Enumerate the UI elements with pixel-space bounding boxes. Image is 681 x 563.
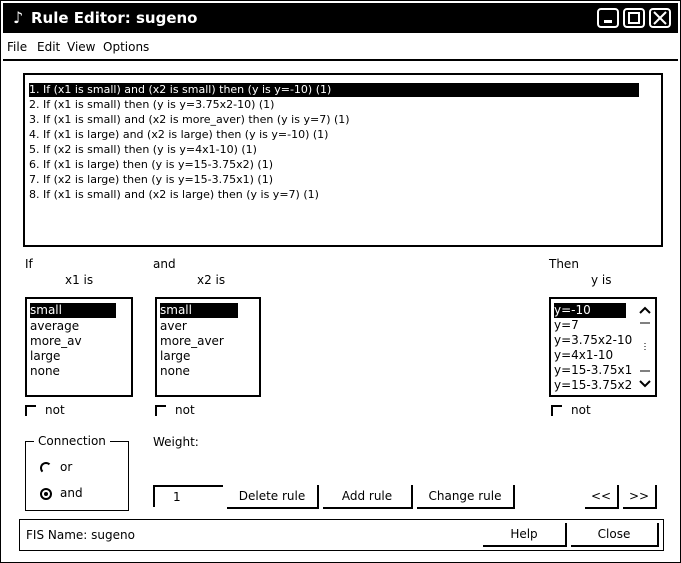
maximize-icon	[628, 12, 640, 24]
rule-item[interactable]: 3. If (x1 is small) and (x2 is more_aver…	[29, 113, 350, 127]
menu-file[interactable]: File	[7, 40, 27, 54]
rule-item[interactable]: 4. If (x1 is large) and (x2 is large) th…	[29, 128, 328, 142]
rule-item[interactable]: 2. If (x1 is small) then (y is y=3.75x2-…	[29, 98, 274, 112]
x2-not-label: not	[175, 403, 195, 417]
if-label: If	[25, 257, 33, 271]
close-window-button[interactable]	[649, 8, 671, 28]
y-not-checkbox[interactable]	[551, 405, 562, 416]
x2-option[interactable]: large	[160, 349, 190, 364]
next-button[interactable]: >>	[623, 485, 657, 509]
rule-item[interactable]: 5. If (x2 is small) then (y is y=4x1-10)…	[29, 143, 257, 157]
x1-label: x1 is	[65, 273, 94, 287]
rule-editor-window: ♪ Rule Editor: sugeno File Edit View Opt…	[0, 0, 681, 563]
maximize-button[interactable]	[623, 8, 645, 28]
radio-dot-icon	[44, 492, 48, 496]
y-not-label: not	[571, 403, 591, 417]
window-title: Rule Editor: sugeno	[31, 9, 198, 27]
scroll-arrows-icon	[639, 306, 651, 388]
and-radio-label: and	[60, 486, 83, 500]
close-button[interactable]: Close	[571, 523, 659, 547]
x1-option[interactable]: more_av	[30, 334, 82, 349]
or-label: or	[60, 460, 73, 474]
app-icon: ♪	[13, 8, 24, 27]
x2-not-checkbox[interactable]	[155, 405, 166, 416]
close-icon	[653, 11, 667, 25]
change-rule-button[interactable]: Change rule	[417, 485, 515, 509]
rule-item[interactable]: 6. If (x1 is large) then (y is y=15-3.75…	[29, 158, 273, 172]
x1-not-checkbox[interactable]	[25, 405, 36, 416]
or-radio[interactable]	[40, 462, 52, 474]
help-button[interactable]: Help	[483, 523, 567, 547]
menu-edit[interactable]: Edit	[37, 40, 60, 54]
weight-label: Weight:	[153, 435, 199, 449]
x2-listbox[interactable]: small aver more_aver large none	[155, 297, 261, 397]
x2-option[interactable]: more_aver	[160, 334, 224, 349]
minimize-icon	[604, 20, 612, 23]
and-label: and	[153, 257, 176, 271]
x2-option[interactable]: none	[160, 364, 190, 379]
previous-button[interactable]: <<	[585, 485, 619, 509]
rule-item[interactable]: 7. If (x2 is large) then (y is y=15-3.75…	[29, 173, 273, 187]
connection-group: Connection or and	[25, 434, 129, 511]
y-option[interactable]: y=3.75x2-10	[554, 333, 632, 348]
y-option[interactable]: y=15-3.75x1	[554, 363, 632, 378]
weight-input[interactable]: 1	[153, 485, 223, 507]
menu-view[interactable]: View	[67, 40, 95, 54]
x2-label: x2 is	[197, 273, 226, 287]
x2-option[interactable]: small	[160, 303, 238, 318]
minimize-button[interactable]	[597, 8, 619, 28]
title-bar: ♪ Rule Editor: sugeno	[3, 3, 678, 33]
y-option[interactable]: y=4x1-10	[554, 348, 613, 363]
y-option[interactable]: y=7	[554, 318, 579, 333]
menu-bar: File Edit View Options	[3, 35, 678, 61]
add-rule-button[interactable]: Add rule	[323, 485, 413, 509]
y-label: y is	[591, 273, 612, 287]
weight-value: 1	[173, 490, 181, 504]
x1-option[interactable]: average	[30, 319, 79, 334]
rule-item[interactable]: 1. If (x1 is small) and (x2 is small) th…	[29, 83, 639, 97]
delete-rule-button[interactable]: Delete rule	[227, 485, 319, 509]
status-bar: FIS Name: sugeno	[19, 519, 664, 551]
rule-item[interactable]: 8. If (x1 is small) and (x2 is large) th…	[29, 188, 319, 202]
x2-option[interactable]: aver	[160, 319, 187, 334]
and-radio[interactable]	[40, 488, 52, 500]
rule-list[interactable]: 1. If (x1 is small) and (x2 is small) th…	[23, 73, 663, 247]
fis-name-status: FIS Name: sugeno	[26, 528, 135, 542]
x1-option[interactable]: none	[30, 364, 60, 379]
menu-options[interactable]: Options	[103, 40, 149, 54]
then-label: Then	[549, 257, 579, 271]
x1-listbox[interactable]: small average more_av large none	[25, 297, 133, 397]
x1-not-label: not	[45, 403, 65, 417]
connection-label: Connection	[34, 434, 110, 448]
x1-option[interactable]: small	[30, 303, 116, 318]
x1-option[interactable]: large	[30, 349, 60, 364]
y-scrollbar[interactable]	[637, 299, 653, 395]
y-listbox[interactable]: y=-10 y=7 y=3.75x2-10 y=4x1-10 y=15-3.75…	[549, 297, 657, 397]
y-option[interactable]: y=15-3.75x2	[554, 378, 632, 393]
y-option[interactable]: y=-10	[554, 303, 626, 318]
